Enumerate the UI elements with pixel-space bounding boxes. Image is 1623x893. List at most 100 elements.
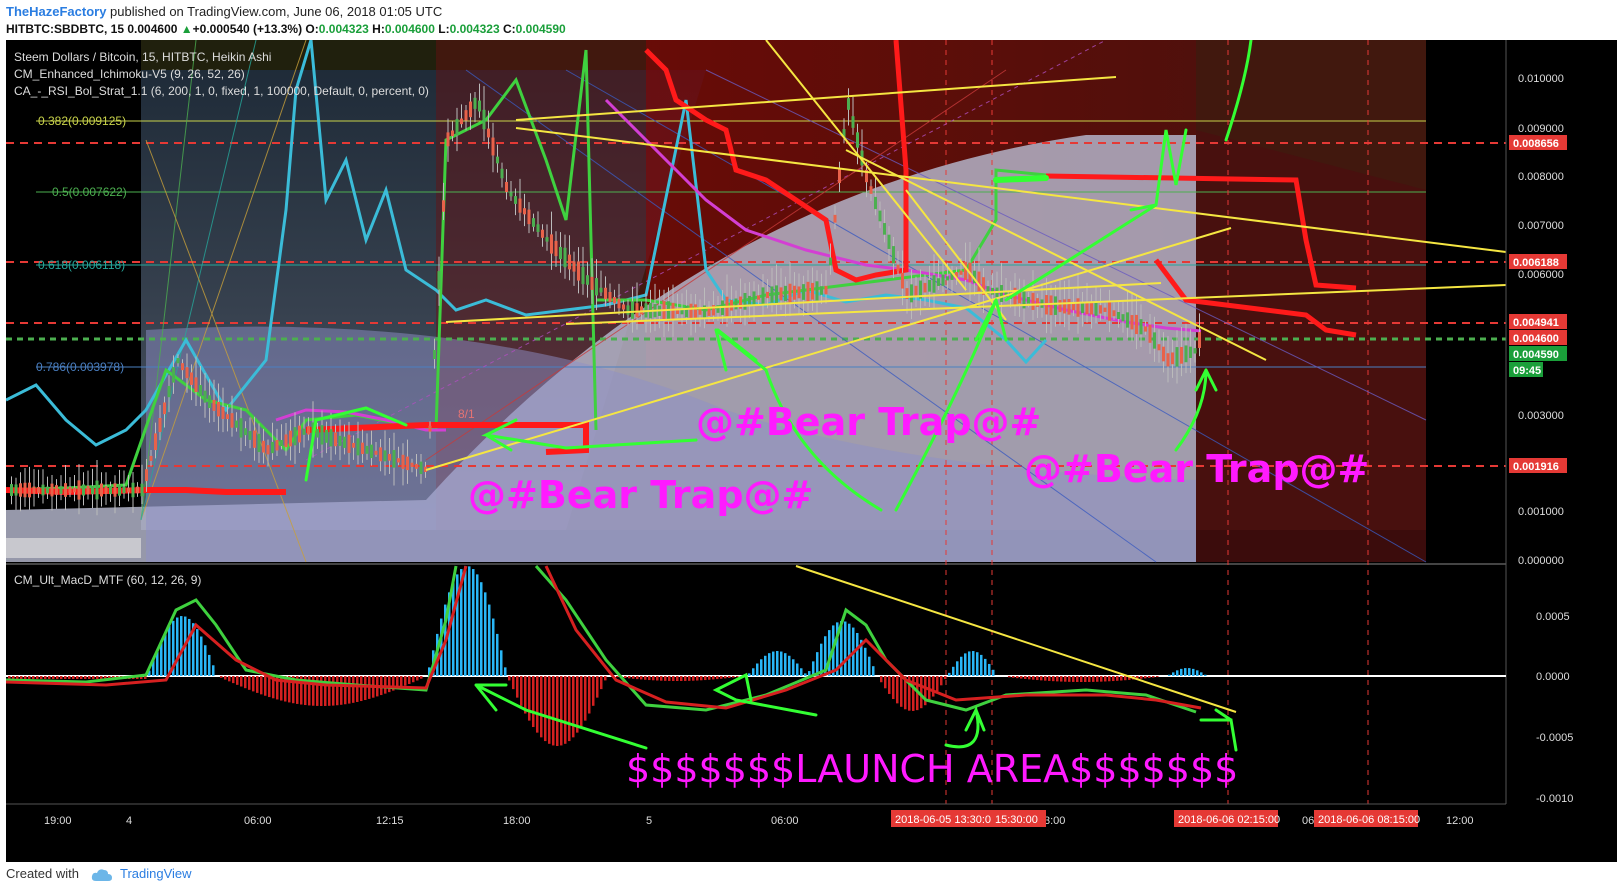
candle-body — [608, 291, 612, 302]
candle-body — [694, 304, 697, 320]
candle-body — [1121, 314, 1125, 322]
candle-body — [1198, 332, 1201, 348]
candle-body — [847, 98, 850, 110]
low-label: L: — [438, 22, 450, 36]
chart-svg[interactable]: 0.382(0.009125) 0.5(0.007622) 0.618(0.00… — [6, 40, 1617, 862]
legend-main-series[interactable]: Steem Dollars / Bitcoin, 15, HITBTC, Hei… — [14, 50, 271, 64]
time-tick: 19:00 — [44, 815, 72, 827]
macd-bar — [100, 676, 103, 679]
price-badge-text: 0.004590 — [1513, 349, 1559, 361]
macd-bar — [384, 676, 387, 694]
macd-bar — [940, 676, 943, 686]
open-value: 0.004323 — [318, 22, 369, 36]
macd-bar — [268, 676, 271, 698]
macd-bar — [572, 676, 575, 738]
candle-body — [757, 295, 760, 300]
candle-body — [86, 485, 90, 495]
open-label: O: — [305, 22, 319, 36]
macd-bar — [1048, 676, 1051, 681]
macd-bar — [756, 663, 759, 676]
macd-bar — [520, 676, 523, 706]
candle-body — [554, 240, 558, 257]
macd-bar — [92, 676, 95, 679]
candle-body — [442, 200, 445, 212]
macd-bar — [196, 629, 199, 676]
candle-body — [1085, 302, 1089, 315]
macd-bar — [720, 676, 723, 679]
candle-body — [1067, 298, 1071, 315]
macd-bar — [652, 676, 655, 681]
candle-body — [541, 229, 544, 238]
candle-body — [1117, 312, 1120, 319]
macd-bar — [792, 659, 795, 676]
macd-bar — [24, 676, 27, 679]
macd-bar — [872, 666, 875, 676]
candle-body — [1108, 301, 1111, 321]
macd-bar — [680, 676, 683, 681]
price-tick: 0.007000 — [1518, 220, 1564, 232]
macd-bar — [72, 676, 75, 679]
macd-bar — [880, 676, 883, 683]
candle-body — [617, 298, 621, 309]
price-badge-text: 0.004941 — [1513, 317, 1559, 329]
time-tick: 06 — [1302, 815, 1314, 827]
candle-body — [820, 286, 823, 295]
candle-body — [239, 418, 243, 438]
macd-bar — [344, 676, 347, 705]
macd-bar — [704, 676, 707, 681]
macd-bar — [644, 676, 647, 680]
author-link[interactable]: TheHazeFactory — [6, 4, 106, 19]
macd-bar — [32, 676, 35, 679]
candle-body — [671, 302, 675, 320]
candle-body — [365, 445, 369, 454]
candle-body — [149, 455, 153, 461]
macd-tick: -0.0005 — [1536, 732, 1573, 744]
fib-label-05: 0.5(0.007622) — [52, 185, 127, 199]
legend-ichimoku[interactable]: CM_Enhanced_Ichimoku-V5 (9, 26, 52, 26) — [14, 67, 245, 81]
legend-rsi-strategy[interactable]: CA_-_RSI_Bol_Strat_1.1 (6, 200, 1, 0, fi… — [14, 84, 429, 98]
candle-body — [1058, 299, 1062, 313]
candle-body — [415, 463, 418, 469]
candle-body — [811, 282, 814, 300]
macd-bar — [708, 676, 711, 680]
time-axis[interactable]: 19:00 4 06:00 12:15 18:00 5 06:00 3:00 06 12:00 20… — [6, 803, 1617, 834]
candle-body — [451, 130, 454, 137]
candle-body — [1166, 353, 1170, 367]
chart-area[interactable]: 0.382(0.009125) 0.5(0.007622) 0.618(0.00… — [6, 40, 1617, 862]
macd-bar — [1204, 674, 1207, 676]
macd-bar — [1100, 676, 1103, 682]
macd-bar — [484, 592, 487, 676]
candle-body — [941, 274, 945, 286]
candle-body — [428, 425, 432, 432]
candle-body — [946, 276, 949, 281]
macd-bar — [1104, 676, 1107, 682]
fib-label-0786: 0.786(0.003978) — [36, 360, 124, 374]
legend-macd[interactable]: CM_Ult_MacD_MTF (60, 12, 26, 9) — [14, 573, 201, 587]
candle-body — [775, 285, 778, 304]
macd-bar — [716, 676, 719, 680]
candle-body — [226, 414, 229, 420]
candle-body — [14, 484, 18, 496]
candle-body — [95, 480, 99, 500]
candle-body — [622, 304, 625, 310]
candle-body — [883, 223, 886, 235]
candle-body — [433, 350, 436, 359]
macd-bar — [1088, 676, 1091, 682]
price-axis[interactable]: 0.010000 0.009000 0.008000 0.007000 0.006000… — [1505, 40, 1617, 805]
time-tick: 06:00 — [771, 815, 799, 827]
tradingview-brand-link[interactable]: TradingView — [120, 866, 192, 881]
macd-bar — [1016, 676, 1019, 679]
candle-body — [527, 209, 531, 225]
macd-bar — [1028, 676, 1031, 680]
macd-bar — [596, 676, 599, 698]
candle-body — [892, 246, 895, 264]
symbol: HITBTC:SBDBTC, 15 — [6, 22, 125, 36]
macd-bar — [1144, 676, 1147, 679]
macd-bar — [580, 676, 583, 728]
macd-bar — [256, 676, 259, 693]
price-tick: 0.009000 — [1518, 123, 1564, 135]
macd-bar — [548, 676, 551, 744]
green-bar-top — [993, 175, 1049, 183]
candle-body — [397, 458, 400, 463]
candle-body — [1162, 346, 1165, 362]
